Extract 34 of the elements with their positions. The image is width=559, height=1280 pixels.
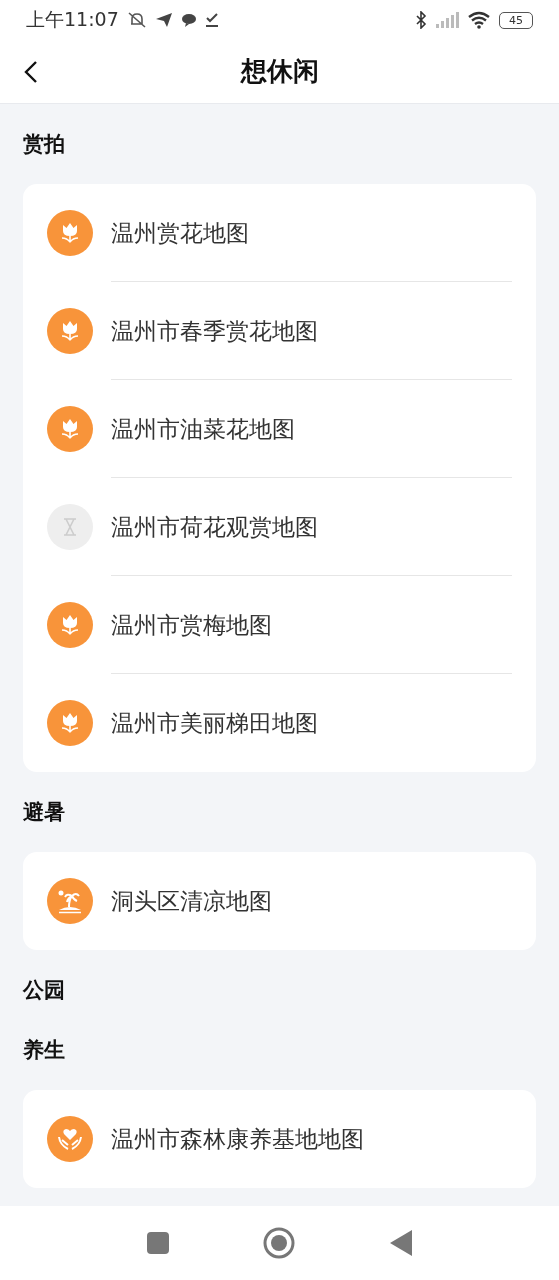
tulip-icon	[47, 602, 93, 648]
island-icon	[47, 878, 93, 924]
wifi-icon	[467, 11, 491, 29]
back-nav-button[interactable]	[389, 1230, 412, 1256]
map-list-item[interactable]: 温州市美丽梯田地图	[47, 674, 512, 772]
section-title: 避暑	[23, 799, 66, 826]
section-title: 公园	[23, 977, 66, 1004]
mute-bell-icon	[126, 11, 147, 29]
section-title: 养生	[23, 1037, 66, 1064]
map-list-item[interactable]: 温州赏花地图	[47, 184, 512, 282]
heart-hands-icon	[47, 1116, 93, 1162]
chevron-left-icon	[24, 60, 38, 84]
home-button[interactable]	[263, 1227, 296, 1259]
map-list-item[interactable]: 洞头区清凉地图	[47, 852, 512, 950]
recents-button[interactable]	[147, 1232, 170, 1254]
tulip-icon	[47, 700, 93, 746]
checkmark-icon	[204, 12, 219, 28]
status-time: 上午11:07	[26, 7, 119, 32]
map-list-item[interactable]: 温州市荷花观赏地图	[47, 478, 512, 576]
map-list-item[interactable]: 温州市油菜花地图	[47, 380, 512, 478]
chat-bubble-icon	[180, 12, 197, 28]
bluetooth-icon	[415, 11, 427, 29]
tulip-icon	[47, 210, 93, 256]
tulip-icon	[47, 308, 93, 354]
map-list-item[interactable]: 温州市春季赏花地图	[47, 282, 512, 380]
section-title: 赏拍	[23, 131, 66, 158]
tulip-icon	[47, 406, 93, 452]
map-list-item[interactable]: 温州市森林康养基地地图	[47, 1090, 512, 1188]
map-list-item[interactable]: 温州市赏梅地图	[47, 576, 512, 674]
page-title: 想休闲	[240, 55, 319, 88]
battery-icon: 45	[499, 11, 533, 29]
hourglass-icon	[47, 504, 93, 550]
signal-icon	[435, 12, 459, 28]
send-icon	[154, 12, 173, 28]
